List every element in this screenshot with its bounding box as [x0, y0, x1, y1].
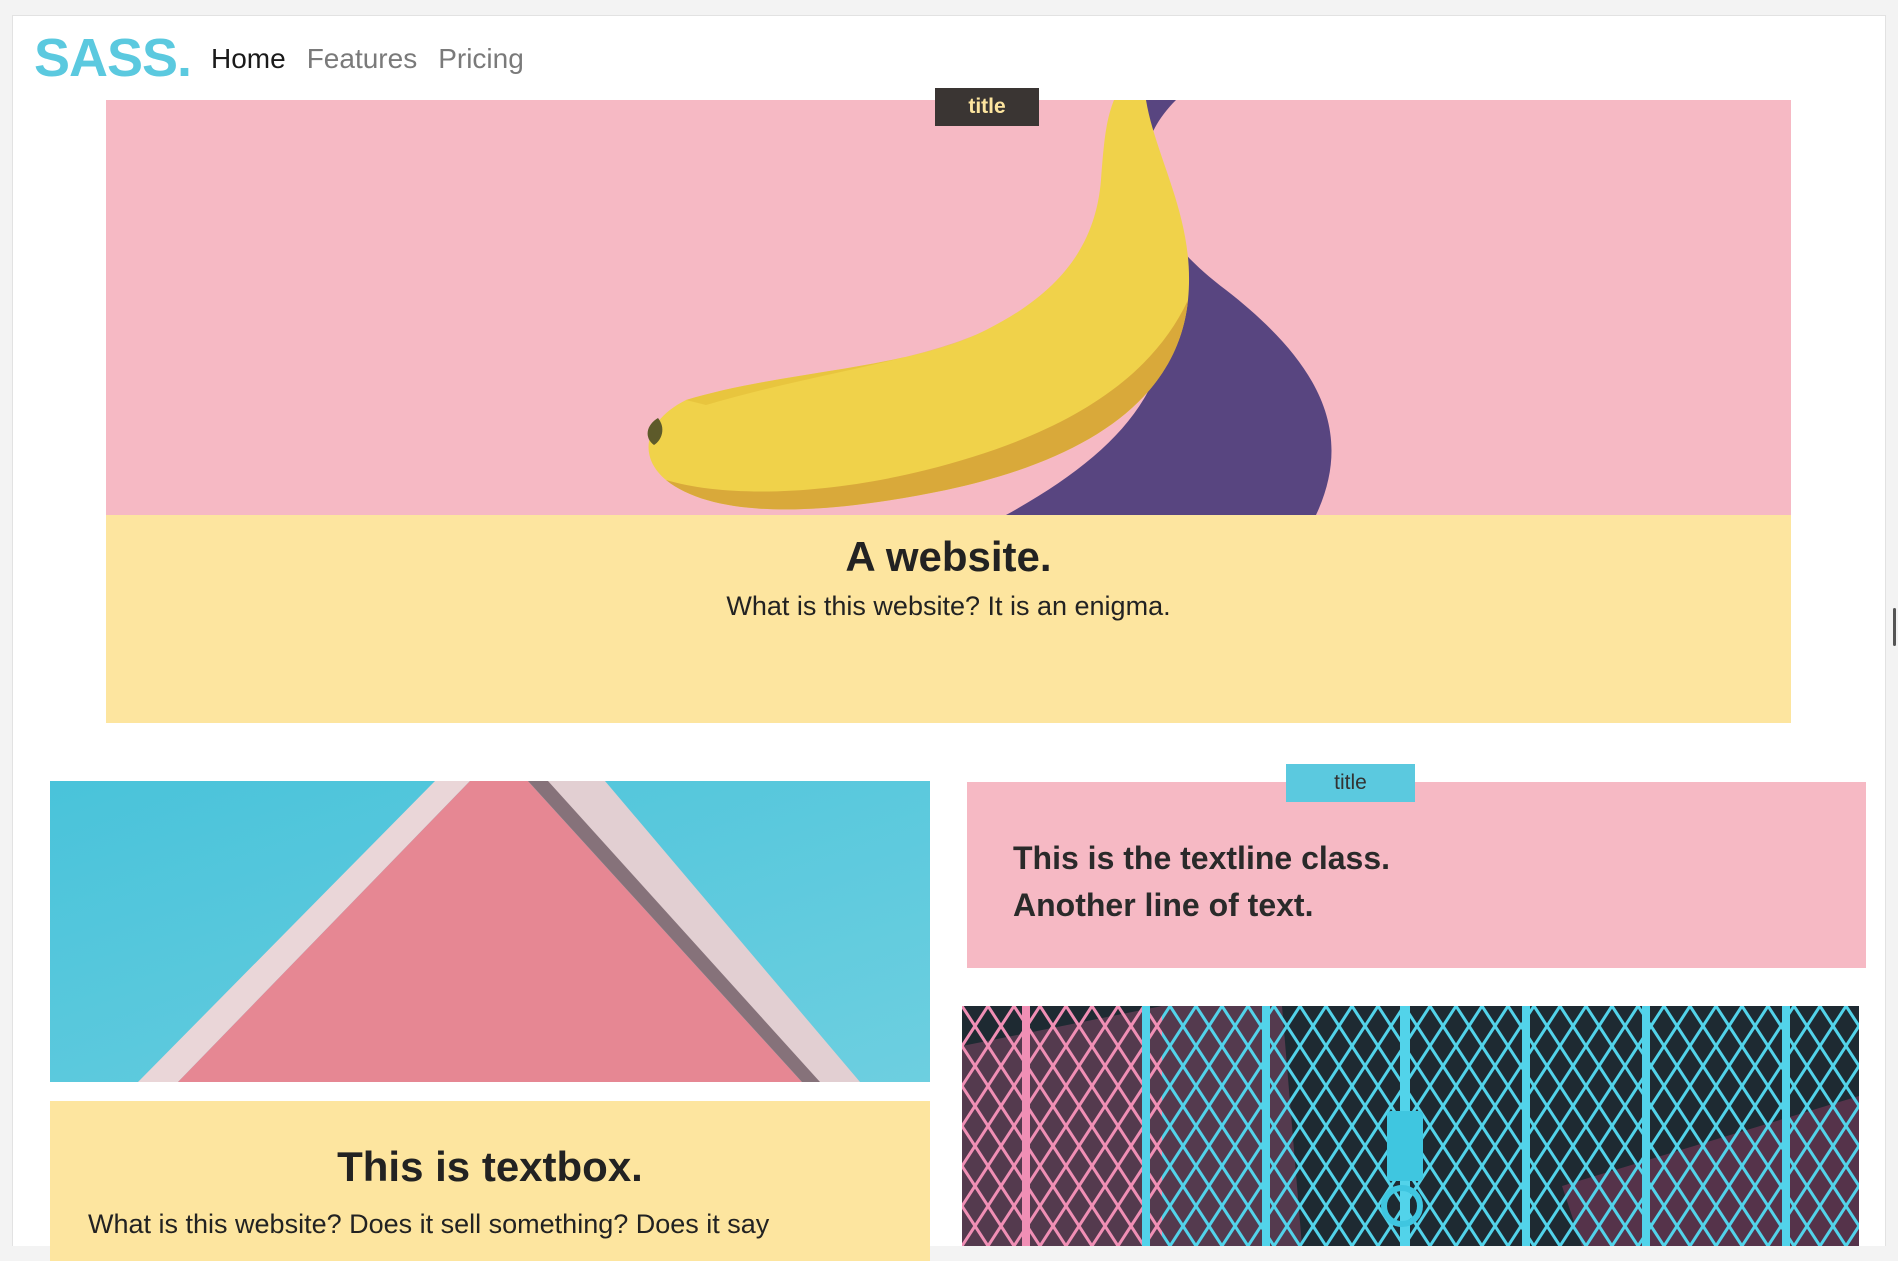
- nav-pricing[interactable]: Pricing: [438, 42, 524, 76]
- hero-textbox: A website. What is this website? It is a…: [106, 515, 1791, 723]
- banana-photo: [106, 100, 1791, 515]
- hero-title-tag: title: [935, 88, 1039, 126]
- textbox-card: This is textbox. What is this website? D…: [50, 1101, 930, 1261]
- roof-photo: [50, 781, 930, 1082]
- textline-line-2: Another line of text.: [1013, 887, 1314, 923]
- scrollbar-thumb[interactable]: [1893, 608, 1896, 646]
- page: SASS. Home Features Pricing A website. W…: [12, 15, 1886, 1261]
- textline-title-tag: title: [1286, 764, 1415, 802]
- main-nav: Home Features Pricing: [211, 42, 524, 76]
- hero-subheading: What is this website? It is an enigma.: [726, 591, 1171, 621]
- textbox-heading: This is textbox.: [337, 1143, 643, 1190]
- hero-section: A website. What is this website? It is a…: [106, 100, 1791, 723]
- textline-line-1: This is the textline class.: [1013, 840, 1391, 876]
- fence-photo: [962, 1006, 1859, 1246]
- nav-features[interactable]: Features: [307, 42, 418, 76]
- nav-home[interactable]: Home: [211, 42, 286, 76]
- hero-heading: A website.: [845, 533, 1052, 580]
- textline-card: This is the textline class. Another line…: [967, 782, 1866, 968]
- brand-logo[interactable]: SASS.: [34, 28, 192, 88]
- textbox-body: What is this website? Does it sell somet…: [88, 1209, 770, 1239]
